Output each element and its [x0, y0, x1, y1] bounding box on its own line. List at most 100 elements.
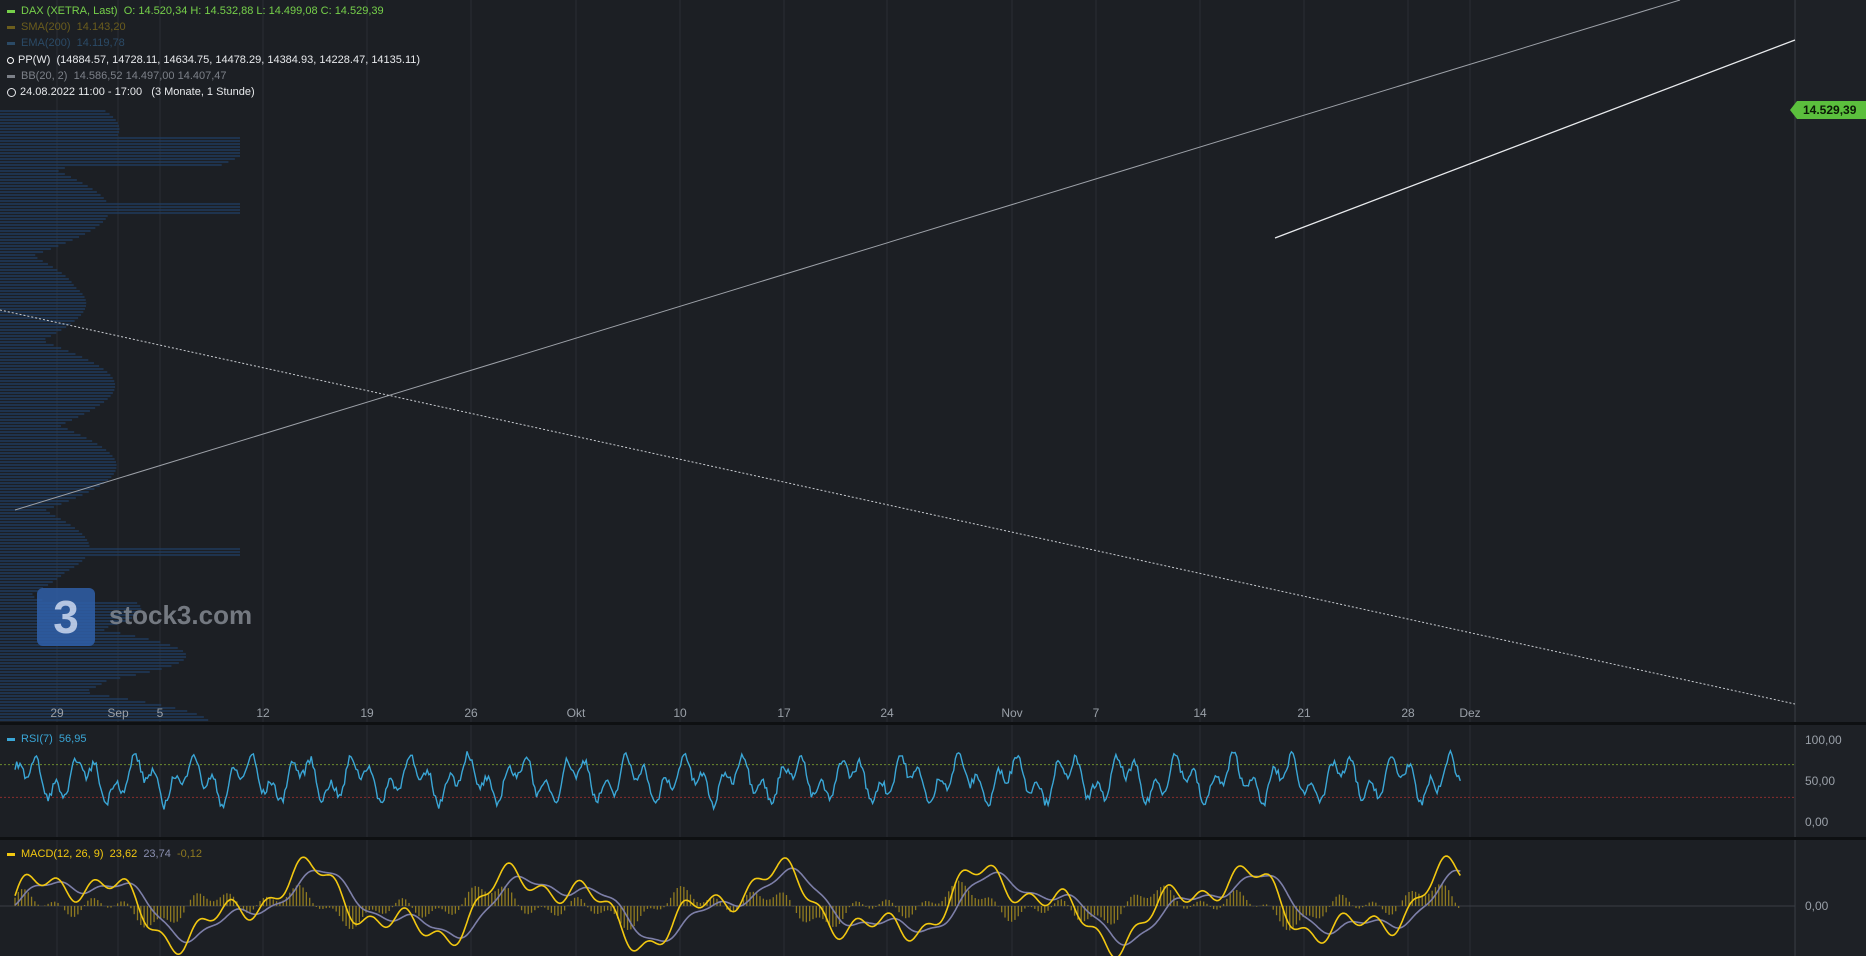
volume-profile-bar: [0, 416, 79, 418]
legend-pivot[interactable]: PP(W) (14884.57, 14728.11, 14634.75, 144…: [7, 52, 420, 68]
volume-profile-bar: [0, 458, 115, 460]
volume-profile-bar: [0, 548, 240, 550]
volume-profile-bar: [0, 539, 88, 541]
time-tick-label: 14: [1193, 706, 1207, 720]
macd-name: MACD(12, 26, 9): [21, 848, 104, 860]
volume-profile-bar: [0, 161, 229, 163]
rsi-legend[interactable]: RSI(7) 56,95: [7, 731, 86, 747]
legend-timerange[interactable]: 24.08.2022 11:00 - 17:00 (3 Monate, 1 St…: [7, 84, 255, 100]
volume-profile-bar: [0, 116, 114, 118]
price-chart[interactable]: 14.570,71 (0.00%)13.964,12 (23.60%)13.58…: [0, 0, 1866, 956]
volume-profile-bar: [0, 527, 75, 529]
volume-profile-bar: [0, 572, 65, 574]
volume-profile-bar: [0, 515, 56, 517]
rsi-tick-label: 100,00: [1805, 733, 1842, 747]
volume-profile-bar: [0, 368, 104, 370]
volume-profile-bar: [0, 176, 71, 178]
volume-profile-bar: [0, 131, 120, 133]
volume-profile-bar: [0, 374, 111, 376]
volume-profile-bar: [0, 647, 178, 649]
volume-profile-bar: [0, 353, 76, 355]
time-tick-label: Dez: [1459, 706, 1480, 720]
volume-profile-bar: [0, 251, 44, 253]
time-tick-label: 17: [777, 706, 791, 720]
volume-profile-bar: [0, 266, 53, 268]
volume-profile-bar: [0, 407, 96, 409]
volume-profile-bar: [0, 287, 77, 289]
volume-profile-bar: [0, 236, 80, 238]
volume-profile-bar: [0, 470, 116, 472]
volume-profile-bar: [0, 164, 222, 166]
volume-profile-bar: [0, 332, 57, 334]
volume-profile-bar: [0, 128, 120, 130]
volume-profile-bar: [0, 239, 73, 241]
volume-profile-bar: [0, 194, 101, 196]
volume-profile-bar: [0, 380, 115, 382]
volume-profile-bar: [0, 563, 79, 565]
volume-profile-bar: [0, 281, 72, 283]
time-tick-label: 28: [1401, 706, 1415, 720]
volume-profile-bar: [0, 413, 85, 415]
volume-profile-bar: [0, 113, 110, 115]
volume-profile-bar: [0, 596, 35, 598]
volume-profile-bar: [0, 305, 86, 307]
volume-profile-bar: [0, 701, 146, 703]
volume-profile-bar: [0, 686, 96, 688]
volume-profile-bar: [0, 260, 43, 262]
price-axis-background: [1795, 0, 1866, 956]
sma-swatch: [7, 25, 15, 29]
volume-profile-bar: [0, 467, 117, 469]
volume-profile-bar: [0, 182, 83, 184]
macd-signal-value: 23,74: [143, 848, 171, 860]
volume-profile-bar: [0, 284, 74, 286]
bb-swatch: [7, 74, 15, 78]
volume-profile-bar: [0, 170, 59, 172]
volume-profile-bar: [0, 359, 89, 361]
stock3-logo: 3 stock3.com: [37, 588, 252, 646]
volume-profile-bar: [0, 212, 240, 214]
volume-profile-bar: [0, 695, 110, 697]
macd-tick-label: 0,00: [1805, 899, 1829, 913]
legend-ema[interactable]: EMA(200) 14.119,78: [7, 35, 125, 51]
time-tick-label: 29: [50, 706, 64, 720]
volume-profile-bar: [0, 689, 90, 691]
macd-legend[interactable]: MACD(12, 26, 9) 23,62 23,74 -0,12: [7, 846, 202, 862]
volume-profile-bar: [0, 383, 116, 385]
volume-profile-bar: [0, 143, 240, 145]
volume-profile-bar: [0, 158, 235, 160]
volume-profile-bar: [0, 692, 90, 694]
rsi-swatch: [7, 737, 15, 741]
volume-profile-bar: [0, 653, 186, 655]
volume-profile-bar: [0, 122, 118, 124]
volume-profile-bar: [0, 659, 184, 661]
volume-profile-bar: [0, 299, 86, 301]
time-tick-label: Okt: [567, 706, 586, 720]
volume-profile-bar: [0, 293, 83, 295]
volume-profile-bar: [0, 167, 65, 169]
clock-icon: [7, 87, 16, 97]
volume-profile-bar: [0, 209, 240, 211]
legend-bb[interactable]: BB(20, 2) 14.586,52 14.497,00 14.407,47: [7, 68, 227, 84]
volume-profile-bar: [0, 569, 70, 571]
logo-text: stock3.com: [109, 600, 253, 630]
volume-profile-bar: [0, 554, 240, 556]
volume-profile-bar: [0, 119, 116, 121]
volume-profile-bar: [0, 551, 240, 553]
volume-profile-bar: [0, 320, 75, 322]
volume-profile-bar: [0, 275, 66, 277]
legend-ema-name: EMA(200): [21, 37, 71, 49]
chart-background: [0, 0, 1866, 956]
volume-profile-bar: [0, 404, 100, 406]
legend-sma-value: 14.143,20: [76, 21, 126, 33]
volume-profile-bar: [0, 698, 128, 700]
logo-mark: 3: [37, 588, 95, 646]
volume-profile-bar: [0, 449, 107, 451]
volume-profile-bar: [0, 716, 204, 718]
volume-profile-bar: [0, 560, 83, 562]
volume-profile-bar: [0, 677, 121, 679]
legend-sma[interactable]: SMA(200) 14.143,20: [7, 19, 126, 35]
volume-profile-bar: [0, 134, 119, 136]
volume-profile-bar: [0, 188, 93, 190]
volume-profile-bar: [0, 422, 66, 424]
volume-profile-bar: [0, 218, 106, 220]
